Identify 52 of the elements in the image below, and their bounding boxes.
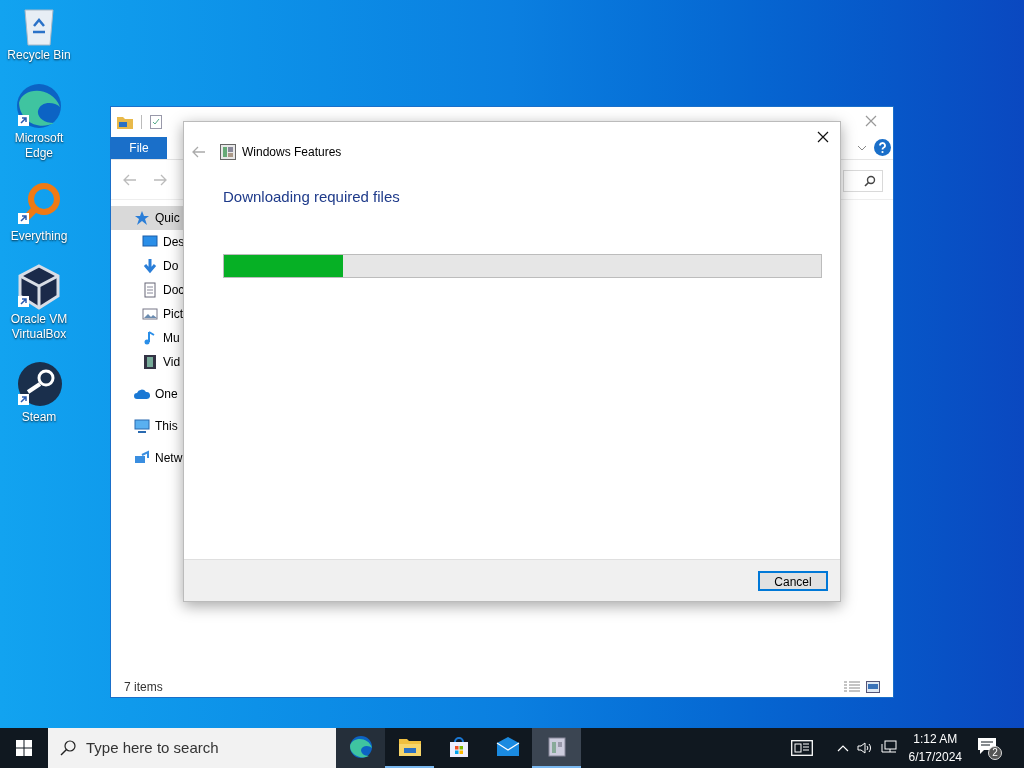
nav-item[interactable]: Netw: [111, 446, 191, 470]
search-icon: [60, 740, 76, 756]
taskbar-app-button[interactable]: [532, 728, 581, 768]
download-arrow-icon: [142, 258, 158, 274]
nav-item[interactable]: Doc: [111, 278, 191, 302]
search-placeholder: Type here to search: [86, 737, 219, 758]
nav-item[interactable]: Des: [111, 230, 191, 254]
clock-date[interactable]: 6/17/2024: [908, 748, 962, 766]
nav-item[interactable]: Do: [111, 254, 191, 278]
document-icon: [142, 282, 158, 298]
nav-item[interactable]: This: [111, 414, 191, 438]
status-text: 7 items: [124, 679, 163, 696]
star-icon: [134, 210, 150, 226]
chevron-up-icon[interactable]: [836, 744, 849, 752]
cancel-button[interactable]: Cancel: [758, 570, 828, 591]
folder-icon[interactable]: [117, 115, 133, 129]
dialog-title: Windows Features: [242, 144, 342, 161]
magnifier-icon: [16, 181, 62, 227]
steam-logo-icon: [16, 362, 62, 408]
close-icon[interactable]: [865, 115, 877, 127]
network-icon: [134, 450, 150, 466]
film-icon: [142, 354, 158, 370]
windows-logo-icon: [16, 740, 32, 756]
properties-icon[interactable]: [150, 115, 162, 129]
edge-logo-icon: [16, 83, 62, 129]
nav-item[interactable]: Mu: [111, 326, 191, 350]
recycle-bin-icon: [22, 6, 56, 46]
large-icons-view-icon[interactable]: [866, 681, 880, 693]
help-icon[interactable]: [874, 139, 891, 156]
pictures-icon: [142, 306, 158, 322]
news-icon[interactable]: [790, 740, 813, 756]
envelope-icon: [495, 735, 520, 759]
features-icon: [220, 144, 236, 160]
clock-time[interactable]: 1:12 AM: [913, 730, 958, 748]
taskbar-app-button[interactable]: [336, 728, 385, 768]
network-icon[interactable]: [880, 740, 897, 756]
cube-icon: [16, 264, 62, 310]
notification-button[interactable]: 2: [976, 736, 1002, 760]
search-field[interactable]: Type here to search: [48, 728, 336, 768]
volume-icon[interactable]: [856, 741, 873, 755]
edge-logo-icon: [348, 735, 373, 759]
ribbon-tab[interactable]: File: [111, 137, 167, 159]
nav-item[interactable]: Vid: [111, 350, 191, 374]
dialog-heading: Downloading required files: [223, 187, 401, 207]
nav-item[interactable]: One: [111, 382, 191, 406]
close-icon: [817, 131, 829, 143]
chevron-down-icon[interactable]: [857, 145, 867, 151]
search-icon: [864, 175, 876, 187]
search-field[interactable]: [843, 170, 883, 192]
desktop-icon: [142, 234, 158, 250]
computer-icon: [134, 418, 150, 434]
nav-item[interactable]: Pict: [111, 302, 191, 326]
